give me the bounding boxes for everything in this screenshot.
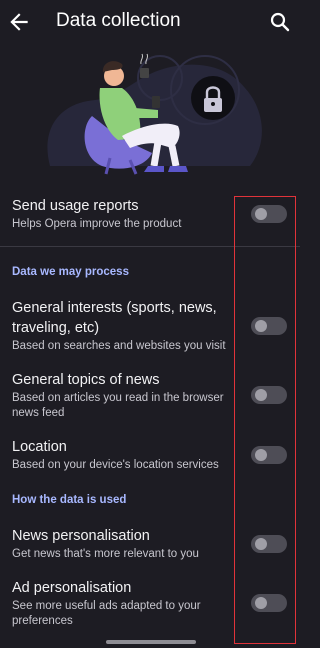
setting-send-usage-reports[interactable]: Send usage reports Helps Opera improve t… [0,196,300,238]
news-personalisation-toggle[interactable] [251,535,287,553]
setting-description-line2: preferences [12,615,73,627]
setting-description-line1: Based on articles you read in the browse… [12,392,224,404]
setting-label: Location [12,439,67,455]
general-interests-toggle[interactable] [251,317,287,335]
setting-ad-personalisation[interactable]: Ad personalisation See more useful ads a… [0,578,300,628]
setting-label-line2: traveling, etc) [12,320,100,336]
setting-news-personalisation[interactable]: News personalisation Get news that's mor… [0,526,300,564]
arrow-left-icon[interactable] [6,9,32,35]
setting-label: General topics of news [12,372,160,388]
setting-label: Ad personalisation [12,580,132,596]
section-header-how-the-data-is-used: How the data is used [12,494,127,506]
setting-label: Send usage reports [12,198,139,214]
toggles-highlight-box [234,196,296,644]
page-title: Data collection [56,10,181,31]
toggle-knob [255,597,267,609]
search-icon[interactable] [268,10,292,34]
setting-label-line1: General interests (sports, news, [12,300,217,316]
toggle-knob [255,208,267,220]
send-usage-toggle[interactable] [251,205,287,223]
setting-general-topics-of-news[interactable]: General topics of news Based on articles… [0,370,300,420]
app-bar: Data collection [0,0,300,46]
setting-description: Based on your device's location services [12,459,219,471]
toggle-knob [255,389,267,401]
setting-label: News personalisation [12,528,150,544]
setting-description: Get news that's more relevant to you [12,548,199,560]
ad-personalisation-toggle[interactable] [251,594,287,612]
toggle-knob [255,449,267,461]
general-topics-toggle[interactable] [251,386,287,404]
setting-description-line2: news feed [12,407,65,419]
toggle-knob [255,538,267,550]
location-toggle[interactable] [251,446,287,464]
setting-location[interactable]: Location Based on your device's location… [0,437,300,475]
setting-description: Based on searches and websites you visit [12,340,226,352]
setting-description: Helps Opera improve the product [12,218,182,230]
setting-description-line1: See more useful ads adapted to your [12,600,201,612]
illustration-person-with-lock [47,53,262,175]
section-header-data-we-may-process: Data we may process [12,266,129,278]
setting-general-interests[interactable]: General interests (sports, news, traveli… [0,298,300,356]
divider [0,246,300,247]
toggle-knob [255,320,267,332]
home-gesture-bar[interactable] [106,640,196,644]
